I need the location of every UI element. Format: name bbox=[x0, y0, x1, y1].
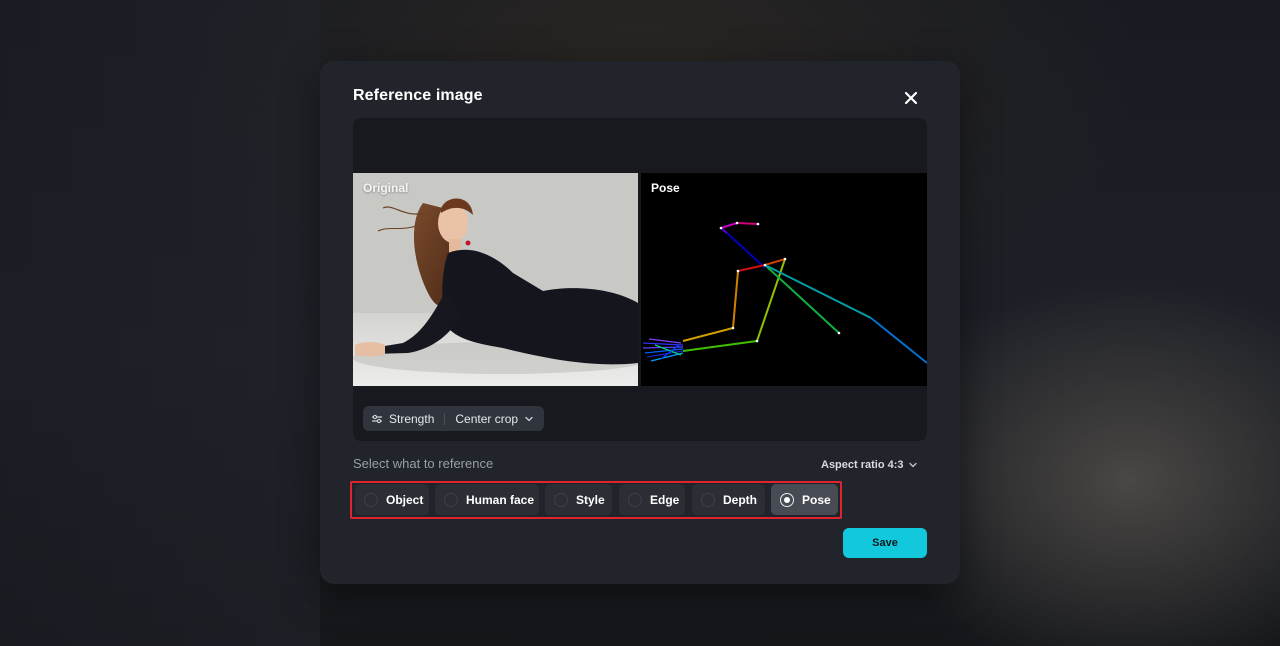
close-icon bbox=[904, 91, 918, 105]
option-label: Human face bbox=[466, 492, 535, 507]
save-button[interactable]: Save bbox=[843, 528, 927, 558]
pose-label: Pose bbox=[651, 181, 680, 195]
chevron-down-icon bbox=[908, 462, 917, 468]
option-label: Style bbox=[576, 492, 605, 507]
crop-label: Center crop bbox=[455, 411, 519, 426]
option-pose[interactable]: Pose bbox=[771, 484, 838, 515]
option-label: Depth bbox=[723, 492, 757, 507]
strength-button[interactable]: Strength bbox=[371, 412, 434, 426]
reference-image-modal: Reference image Original Pose Strength C… bbox=[320, 61, 960, 584]
option-label: Pose bbox=[802, 492, 831, 507]
toolbar-divider bbox=[444, 412, 446, 425]
option-depth[interactable]: Depth bbox=[692, 484, 765, 515]
radio-icon bbox=[701, 492, 715, 507]
sliders-icon bbox=[372, 414, 382, 423]
option-object[interactable]: Object bbox=[355, 484, 429, 515]
aspect-ratio-dropdown[interactable]: Aspect ratio 4:3 bbox=[821, 459, 918, 471]
portrait-photo bbox=[353, 173, 638, 386]
original-image: Original bbox=[353, 173, 638, 386]
reference-section-label: Select what to reference bbox=[353, 456, 494, 471]
option-label: Object bbox=[386, 492, 424, 507]
crop-dropdown[interactable]: Center crop bbox=[455, 412, 534, 426]
radio-selected-icon bbox=[780, 492, 794, 507]
radio-icon bbox=[554, 492, 568, 507]
aspect-ratio-label: Aspect ratio 4:3 bbox=[821, 459, 904, 471]
radio-icon bbox=[628, 492, 642, 507]
preview-area: Original Pose Strength Center crop bbox=[353, 118, 927, 441]
strength-label: Strength bbox=[389, 411, 435, 426]
option-edge[interactable]: Edge bbox=[619, 484, 685, 515]
close-button[interactable] bbox=[900, 87, 922, 109]
modal-title: Reference image bbox=[353, 87, 483, 104]
radio-icon bbox=[444, 492, 458, 507]
pose-image: Pose bbox=[641, 173, 927, 386]
pose-skeleton bbox=[642, 221, 927, 364]
original-label: Original bbox=[363, 181, 409, 195]
radio-dot bbox=[784, 496, 790, 503]
option-style[interactable]: Style bbox=[545, 484, 612, 515]
page-backdrop bbox=[0, 0, 320, 646]
option-label: Edge bbox=[650, 492, 680, 507]
option-human-face[interactable]: Human face bbox=[435, 484, 539, 515]
chevron-down-icon bbox=[525, 416, 533, 421]
radio-icon bbox=[364, 492, 378, 507]
image-toolbar: Strength Center crop bbox=[363, 406, 545, 431]
